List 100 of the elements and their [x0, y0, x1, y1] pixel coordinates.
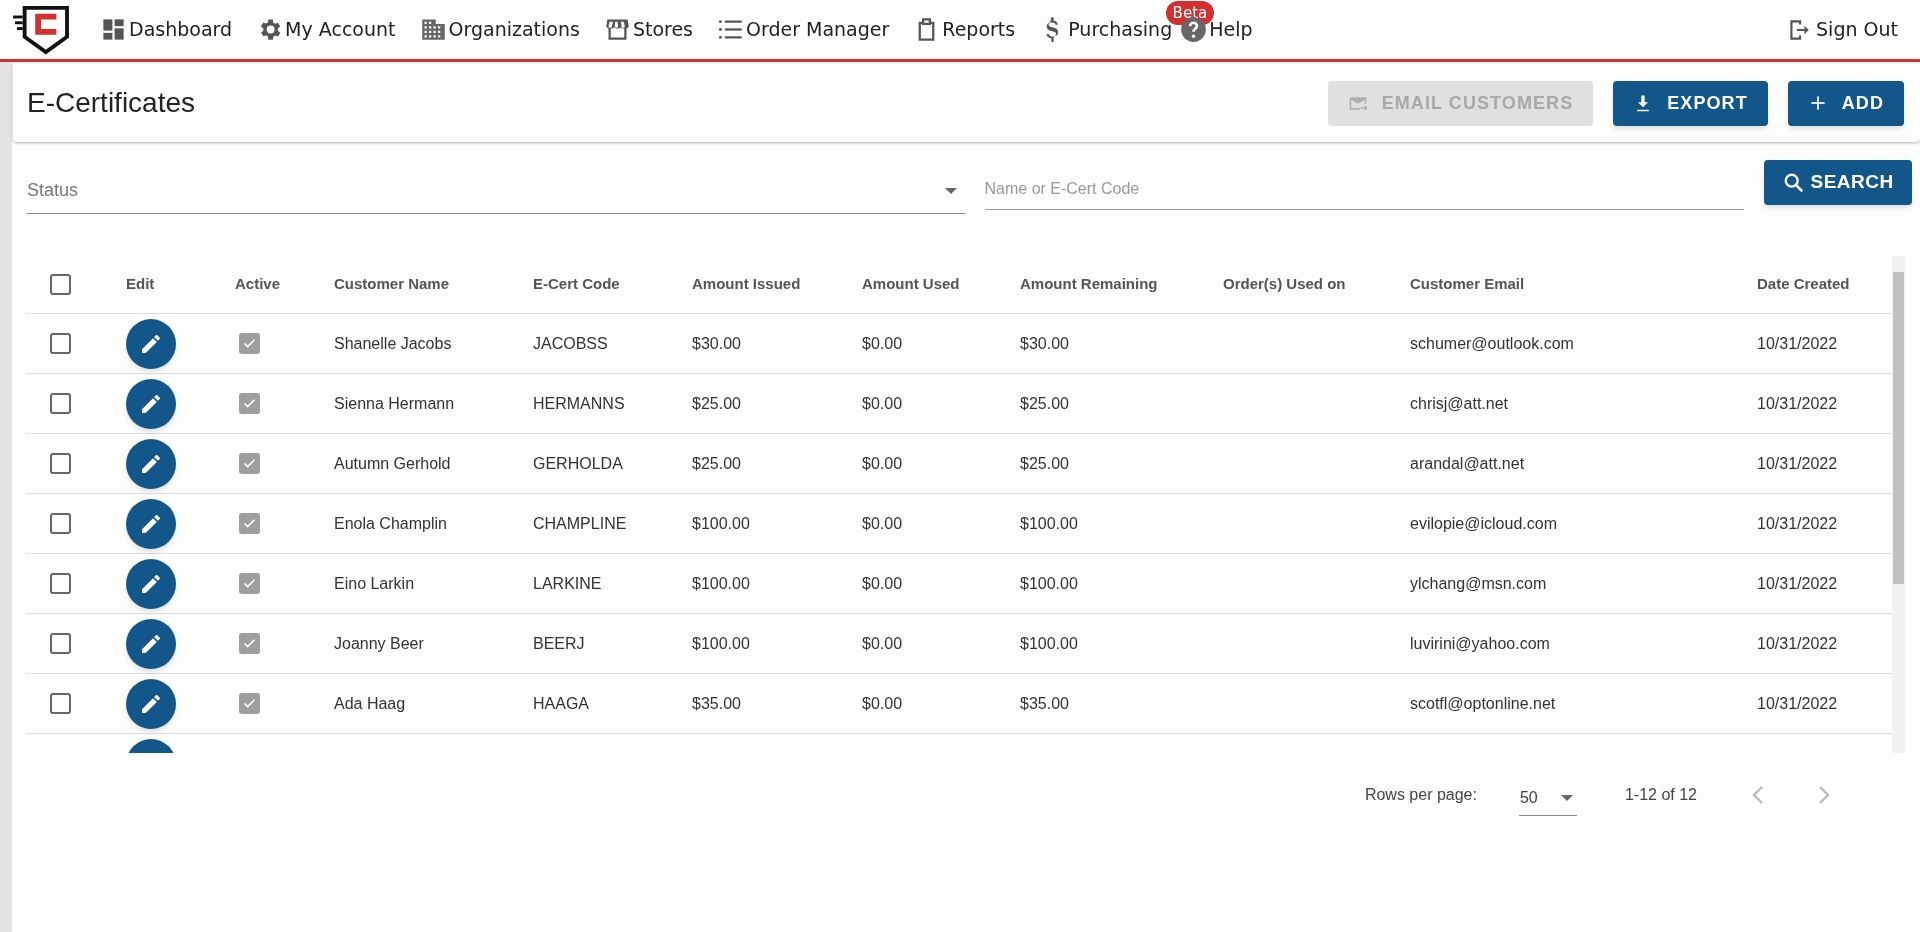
table-cell: arandal@att.net — [1410, 454, 1525, 472]
table-cell: scotfl@optonline.net — [1410, 694, 1556, 712]
table-cell: Enola Champlin — [334, 514, 447, 532]
edit-button[interactable] — [126, 318, 176, 369]
nav-link[interactable]: Organizations — [419, 15, 580, 44]
page-title: E-Certificates — [27, 86, 197, 120]
table-cell: $100.00 — [1020, 574, 1078, 592]
edit-button[interactable] — [126, 618, 176, 669]
undefined-button[interactable]: EXPORT — [1613, 80, 1768, 126]
edit-button[interactable] — [126, 678, 176, 729]
nav-link[interactable]: Dashboard — [100, 15, 233, 44]
rows-per-page-label: Rows per page: — [1364, 785, 1477, 805]
table-cell: $0.00 — [862, 394, 903, 412]
table-cell: $100.00 — [1020, 514, 1078, 532]
edit-button[interactable] — [126, 438, 176, 489]
column-header[interactable]: Customer Name — [334, 275, 450, 293]
table-cell: $100.00 — [692, 634, 750, 652]
table-cell: Eino Larkin — [334, 574, 415, 592]
edit-button[interactable] — [126, 378, 176, 429]
table-cell: luvirini@yahoo.com — [1410, 634, 1550, 652]
table-cell: 10/31/2022 — [1757, 634, 1838, 652]
table-cell: $25.00 — [1020, 394, 1069, 412]
nav-link[interactable]: Stores — [603, 15, 693, 44]
checkbox[interactable] — [50, 693, 71, 714]
table-cell: Autumn Gerhold — [334, 454, 451, 472]
sign-out-link[interactable]: Sign Out — [1786, 15, 1898, 44]
search-icon — [1782, 171, 1805, 194]
checkbox[interactable] — [50, 393, 71, 414]
table-cell: HERMANNS — [533, 394, 625, 412]
table-cell: JACOBSS — [533, 334, 608, 352]
table-cell: $0.00 — [862, 514, 903, 532]
table-cell: $30.00 — [1020, 334, 1069, 352]
table-cell: LARKINE — [533, 574, 602, 592]
column-header[interactable]: Amount Used — [862, 275, 960, 293]
column-header[interactable]: Active — [235, 275, 281, 293]
table-cell: $25.00 — [692, 454, 741, 472]
dashboard-icon — [100, 16, 127, 43]
table-cell: GERHOLDA — [533, 454, 623, 472]
dropdown-arrow-icon — [944, 187, 957, 194]
status-dropdown[interactable]: Status — [27, 168, 965, 214]
table-cell: $0.00 — [862, 574, 903, 592]
table-cell: Sienna Hermann — [334, 394, 455, 412]
table-cell: chrisj@att.net — [1410, 394, 1509, 412]
column-header[interactable]: Customer Email — [1410, 275, 1525, 293]
column-header[interactable]: Amount Issued — [692, 275, 801, 293]
page-range: 1-12 of 12 — [1624, 785, 1697, 805]
store-icon — [603, 16, 631, 43]
table-cell: $100.00 — [1020, 634, 1078, 652]
edit-button[interactable] — [126, 498, 176, 549]
table-cell: 10/31/2022 — [1757, 694, 1838, 712]
checkbox[interactable] — [50, 633, 71, 654]
checkbox[interactable] — [50, 573, 71, 594]
table-cell: $0.00 — [862, 454, 903, 472]
column-header[interactable]: E-Cert Code — [533, 275, 620, 293]
table-cell: Shanelle Jacobs — [334, 334, 452, 352]
table-cell: $100.00 — [692, 574, 750, 592]
table-cell: 10/31/2022 — [1757, 394, 1838, 412]
logo-icon — [10, 3, 72, 56]
undefined-button[interactable]: ADD — [1787, 80, 1904, 126]
edit-button[interactable] — [126, 558, 176, 609]
search-button[interactable]: SEARCH — [1764, 160, 1912, 205]
table-cell: evilopie@icloud.com — [1410, 514, 1557, 532]
column-header[interactable]: Edit — [126, 275, 155, 293]
column-header[interactable]: Date Created — [1757, 275, 1850, 293]
help-icon — [1180, 16, 1208, 43]
column-header[interactable]: Order(s) Used on — [1223, 275, 1346, 293]
checkbox[interactable] — [50, 513, 71, 534]
status-placeholder: Status — [27, 179, 79, 202]
table-cell: schumer@outlook.com — [1410, 334, 1574, 352]
nav-link[interactable]: My Account — [256, 15, 396, 44]
table-cell: $0.00 — [862, 694, 903, 712]
table-cell: 10/31/2022 — [1757, 454, 1838, 472]
table-cell: Ada Haag — [334, 694, 406, 712]
checkbox[interactable] — [50, 333, 71, 354]
rows-per-page-select[interactable]: 50 — [1518, 780, 1577, 816]
table-cell: $25.00 — [1020, 454, 1069, 472]
rows-per-page-value: 50 — [1519, 787, 1538, 808]
table-cell: $0.00 — [862, 634, 903, 652]
table-cell: BEERJ — [533, 634, 585, 652]
building-icon — [419, 16, 447, 43]
search-field[interactable]: Name or E-Cert Code — [984, 168, 1745, 210]
column-header[interactable]: Amount Remaining — [1020, 275, 1158, 293]
table-cell: $0.00 — [862, 334, 903, 352]
table-cell: 10/31/2022 — [1757, 334, 1838, 352]
scrollbar[interactable] — [1892, 256, 1905, 753]
checkbox[interactable] — [50, 274, 71, 295]
table-cell: 10/31/2022 — [1757, 514, 1838, 532]
table-cell: ylchang@msn.com — [1410, 574, 1547, 592]
table-cell: HAAGA — [533, 694, 589, 712]
table-cell: $35.00 — [1020, 694, 1069, 712]
table-cell: Joanny Beer — [334, 634, 424, 652]
table-cell: $100.00 — [692, 514, 750, 532]
nav-link[interactable]: Order Manager — [717, 15, 890, 44]
table-cell: CHAMPLINE — [533, 514, 627, 532]
table-cell: $25.00 — [692, 394, 741, 412]
dropdown-arrow-icon — [1560, 794, 1573, 801]
nav-link[interactable]: Reports — [913, 15, 1016, 44]
table-cell: 10/31/2022 — [1757, 574, 1838, 592]
table-cell: $35.00 — [692, 694, 741, 712]
checkbox[interactable] — [50, 453, 71, 474]
